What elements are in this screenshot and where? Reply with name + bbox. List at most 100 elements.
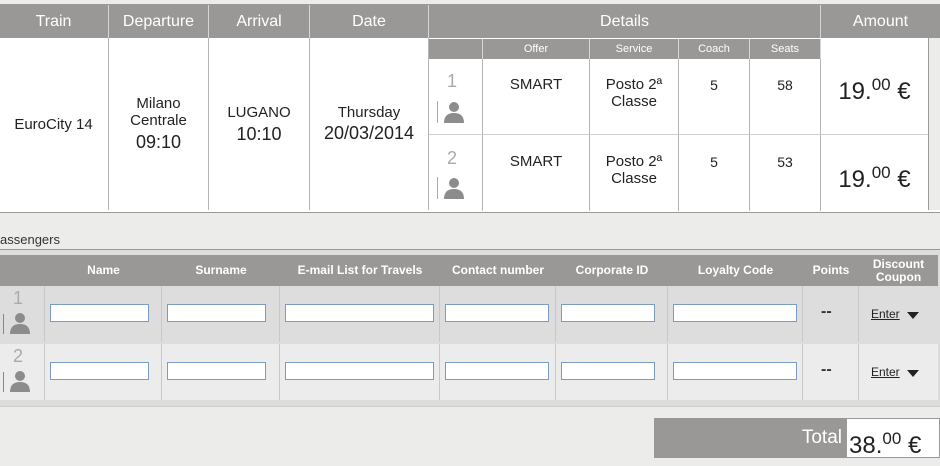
loyalty-cell [668, 286, 803, 342]
header-train: Train [0, 5, 109, 38]
header-discount-line1: Discount [872, 256, 925, 271]
seat-value: 53 [777, 154, 793, 170]
surname-input[interactable] [167, 304, 266, 322]
departure-station-line2: Centrale [130, 112, 187, 129]
detail-passenger-1: 1 [429, 59, 483, 135]
loyalty-cell [668, 344, 803, 400]
triangle-down-icon[interactable] [907, 312, 919, 319]
points-cell: -- [803, 344, 859, 400]
header-points: Points [803, 255, 859, 286]
name-cell [45, 344, 162, 400]
seat-cell: 53 [750, 135, 821, 211]
coach-cell: 5 [679, 59, 750, 135]
coach-value: 5 [710, 77, 718, 93]
header-surname: Surname [162, 255, 280, 286]
passenger-number: 1 [447, 71, 458, 91]
departure-station-line1: Milano [136, 95, 181, 112]
email-cell [280, 286, 440, 342]
passengers-section-label: assengers [0, 232, 60, 247]
subheader-offer: Offer [483, 39, 590, 59]
passenger-id-cell: 2 [0, 344, 45, 400]
corporate-cell [556, 344, 668, 400]
email-input[interactable] [285, 362, 434, 380]
divider [0, 406, 940, 407]
points-value: -- [821, 361, 832, 378]
arrival-cell: LUGANO 10:10 [209, 38, 310, 210]
contact-cell [440, 286, 556, 342]
travel-date: 20/03/2014 [323, 123, 415, 143]
header-departure: Departure [109, 5, 209, 38]
detail-passenger-2: 2 [429, 135, 483, 211]
service-cell: Posto 2ª Classe [590, 135, 679, 211]
header-details: Details [429, 5, 821, 38]
amount-value: 19.00 € [838, 163, 911, 193]
contact-cell [440, 344, 556, 400]
subheader-blank [429, 39, 483, 59]
service-cell: Posto 2ª Classe [590, 59, 679, 135]
header-contact: Contact number [440, 255, 556, 286]
header-name: Name [45, 255, 162, 286]
departure-cell: Milano Centrale 09:10 [109, 38, 209, 210]
offer-value: SMART [509, 153, 563, 170]
person-icon [10, 313, 30, 334]
travel-day: Thursday [337, 104, 401, 121]
name-input[interactable] [50, 362, 149, 380]
arrival-station: LUGANO [227, 103, 291, 121]
header-passenger-blank [0, 255, 45, 286]
coach-cell: 5 [679, 135, 750, 211]
arrival-time: 10:10 [236, 123, 282, 144]
header-corporate-id: Corporate ID [556, 255, 668, 286]
email-input[interactable] [285, 304, 434, 322]
name-input[interactable] [50, 304, 149, 322]
enter-coupon-link[interactable]: Enter [871, 307, 900, 321]
header-amount: Amount [821, 5, 940, 38]
loyalty-code-input[interactable] [673, 304, 797, 322]
passenger-number: 1 [13, 288, 24, 308]
amount-cell: 19.00 € [821, 38, 928, 135]
offer-cell: SMART [483, 135, 590, 211]
discount-cell: Enter [859, 344, 938, 400]
seat-value: 58 [777, 77, 793, 93]
total-label: Total [654, 418, 846, 458]
enter-coupon-link[interactable]: Enter [871, 365, 900, 379]
offer-value: SMART [509, 76, 563, 93]
passenger-row: 1 -- Enter [0, 286, 938, 342]
person-icon [444, 178, 464, 199]
header-discount-line2: Coupon [875, 269, 922, 284]
subheader-seats: Seats [750, 39, 821, 59]
journey-table: Train Departure Arrival Date Details Amo… [0, 4, 940, 213]
corporate-id-input[interactable] [561, 362, 655, 380]
corporate-cell [556, 286, 668, 342]
email-cell [280, 344, 440, 400]
triangle-down-icon[interactable] [907, 370, 919, 377]
passengers-table: Name Surname E-mail List for Travels Con… [0, 249, 940, 407]
corporate-id-input[interactable] [561, 304, 655, 322]
amount-gutter [928, 38, 940, 210]
train-cell: EuroCity 14 [0, 38, 109, 210]
discount-cell: Enter [859, 286, 938, 342]
surname-cell [162, 286, 280, 342]
points-value: -- [821, 303, 832, 320]
header-loyalty-code: Loyalty Code [668, 255, 803, 286]
passenger-number: 2 [13, 346, 24, 366]
subheader-coach: Coach [679, 39, 750, 59]
header-email: E-mail List for Travels [280, 255, 440, 286]
header-date: Date [310, 5, 429, 38]
passenger-row: 2 -- Enter [0, 344, 938, 400]
offer-cell: SMART [483, 59, 590, 135]
header-arrival: Arrival [209, 5, 310, 38]
contact-number-input[interactable] [445, 362, 549, 380]
service-line1: Posto 2ª [605, 76, 663, 93]
service-line2: Classe [611, 170, 657, 187]
loyalty-code-input[interactable] [673, 362, 797, 380]
subheader-service: Service [590, 39, 679, 59]
coach-value: 5 [710, 154, 718, 170]
surname-cell [162, 344, 280, 400]
date-cell: Thursday 20/03/2014 [310, 38, 429, 210]
amount-cell: 19.00 € [821, 135, 928, 211]
service-line2: Classe [611, 93, 657, 110]
surname-input[interactable] [167, 362, 266, 380]
service-line1: Posto 2ª [605, 153, 663, 170]
contact-number-input[interactable] [445, 304, 549, 322]
points-cell: -- [803, 286, 859, 342]
